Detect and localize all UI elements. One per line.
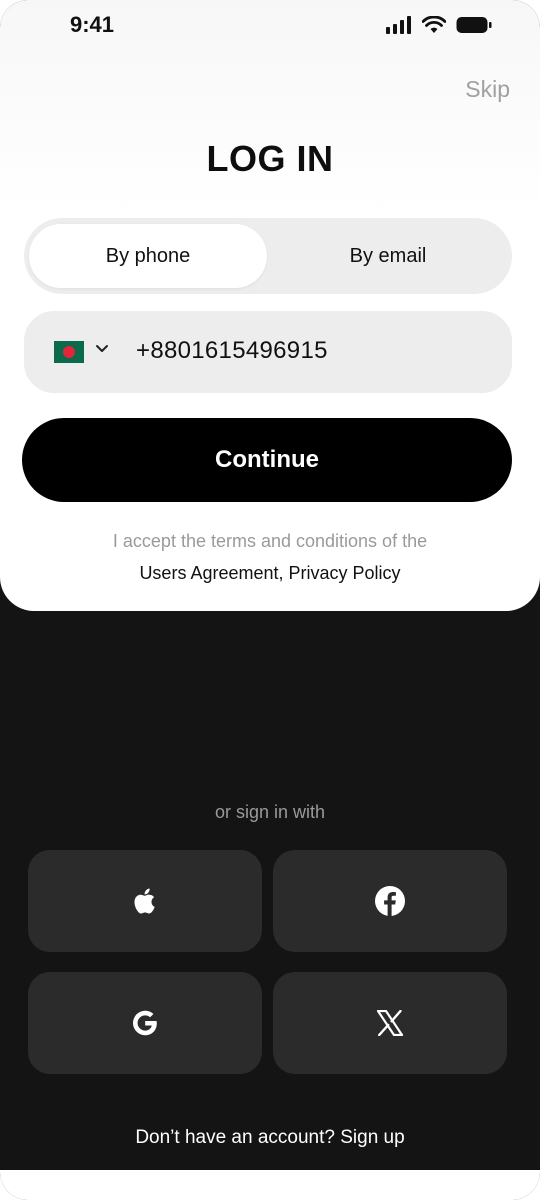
x-icon [376, 1010, 404, 1036]
status-bar: 9:41 [0, 0, 540, 56]
login-card: 9:41 Skip LOG IN By phone By email +8801… [0, 0, 540, 611]
users-agreement-link[interactable]: Users Agreement, [139, 563, 283, 583]
google-icon [133, 1010, 157, 1036]
apple-icon [134, 888, 155, 914]
status-time: 9:41 [70, 12, 115, 37]
battery-icon [456, 17, 492, 33]
page-title: LOG IN [206, 138, 334, 179]
bangladesh-flag-icon[interactable] [54, 341, 84, 363]
phone-number-input[interactable]: +8801615496915 [136, 337, 328, 365]
terms-links: Users Agreement, Privacy Policy [0, 563, 540, 584]
x-sign-in-button[interactable] [273, 972, 507, 1074]
skip-button[interactable]: Skip [465, 76, 510, 103]
signal-icon [386, 16, 411, 34]
signup-prompt-text: Don’t have an account? [135, 1127, 335, 1148]
privacy-policy-link[interactable]: Privacy Policy [289, 563, 401, 583]
chevron-down-icon[interactable] [94, 341, 110, 357]
wifi-icon [422, 16, 446, 33]
signup-prompt: Don’t have an account? Sign up [0, 1127, 540, 1149]
or-sign-in-with-label: or sign in with [214, 802, 326, 822]
status-icons [386, 16, 492, 34]
tab-by-email[interactable]: By email [269, 224, 507, 288]
facebook-icon [375, 886, 405, 916]
phone-screen: 9:41 Skip LOG IN By phone By email +8801… [0, 0, 540, 1200]
login-method-tabs: By phone By email [24, 218, 512, 294]
apple-sign-in-button[interactable] [28, 850, 262, 952]
phone-field[interactable]: +8801615496915 [24, 311, 512, 393]
facebook-sign-in-button[interactable] [273, 850, 507, 952]
google-sign-in-button[interactable] [28, 972, 262, 1074]
terms-text: I accept the terms and conditions of the [112, 531, 428, 551]
continue-button[interactable]: Continue [22, 418, 512, 502]
sign-up-link[interactable]: Sign up [340, 1127, 404, 1148]
bottom-edge [0, 1170, 540, 1200]
tab-by-phone[interactable]: By phone [29, 224, 267, 288]
